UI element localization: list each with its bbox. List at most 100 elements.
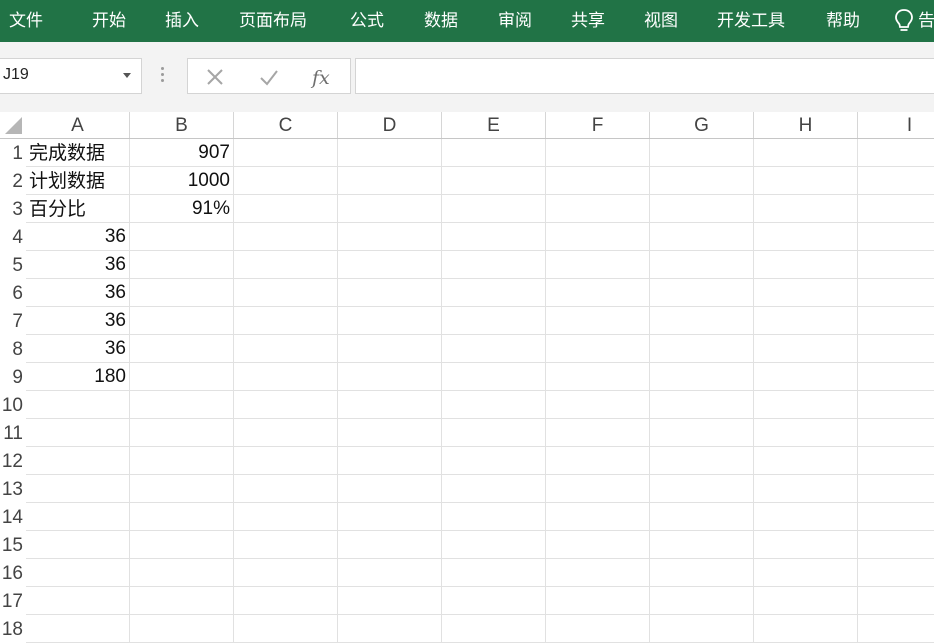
menu-page-layout[interactable]: 页面布局: [239, 9, 307, 33]
cell-a6[interactable]: 36: [26, 279, 130, 307]
cell-b7[interactable]: [130, 307, 234, 335]
cell-a5[interactable]: 36: [26, 251, 130, 279]
cell-d2[interactable]: [338, 167, 442, 195]
cell-i18[interactable]: [858, 615, 934, 643]
cell-b11[interactable]: [130, 419, 234, 447]
cell-b14[interactable]: [130, 503, 234, 531]
cell-g3[interactable]: [650, 195, 754, 223]
cell-i4[interactable]: [858, 223, 934, 251]
cell-c18[interactable]: [234, 615, 338, 643]
enter-icon[interactable]: [257, 65, 281, 89]
cell-f2[interactable]: [546, 167, 650, 195]
cell-i6[interactable]: [858, 279, 934, 307]
cell-i1[interactable]: [858, 139, 934, 167]
cell-g7[interactable]: [650, 307, 754, 335]
row-header[interactable]: 7: [0, 307, 26, 335]
column-header-f[interactable]: F: [546, 112, 650, 138]
cell-e2[interactable]: [442, 167, 546, 195]
cell-i15[interactable]: [858, 531, 934, 559]
cell-a12[interactable]: [26, 447, 130, 475]
cell-g12[interactable]: [650, 447, 754, 475]
cell-c10[interactable]: [234, 391, 338, 419]
cell-f4[interactable]: [546, 223, 650, 251]
cell-a9[interactable]: 180: [26, 363, 130, 391]
cell-c4[interactable]: [234, 223, 338, 251]
cell-b9[interactable]: [130, 363, 234, 391]
menu-review[interactable]: 审阅: [498, 9, 532, 33]
cell-e15[interactable]: [442, 531, 546, 559]
cell-c7[interactable]: [234, 307, 338, 335]
row-header[interactable]: 10: [0, 391, 26, 419]
cell-a14[interactable]: [26, 503, 130, 531]
cell-e13[interactable]: [442, 475, 546, 503]
cell-h16[interactable]: [754, 559, 858, 587]
cell-f14[interactable]: [546, 503, 650, 531]
cell-i16[interactable]: [858, 559, 934, 587]
menu-formulas[interactable]: 公式: [350, 9, 384, 33]
cell-b1[interactable]: 907: [130, 139, 234, 167]
cell-a8[interactable]: 36: [26, 335, 130, 363]
cell-b13[interactable]: [130, 475, 234, 503]
cell-e3[interactable]: [442, 195, 546, 223]
row-header[interactable]: 12: [0, 447, 26, 475]
cell-c11[interactable]: [234, 419, 338, 447]
cell-e6[interactable]: [442, 279, 546, 307]
cell-f11[interactable]: [546, 419, 650, 447]
menu-file[interactable]: 文件: [9, 9, 43, 33]
cell-a2[interactable]: 计划数据: [26, 167, 130, 195]
cell-f13[interactable]: [546, 475, 650, 503]
cell-e8[interactable]: [442, 335, 546, 363]
cell-i3[interactable]: [858, 195, 934, 223]
column-header-e[interactable]: E: [442, 112, 546, 138]
cell-d10[interactable]: [338, 391, 442, 419]
column-header-h[interactable]: H: [754, 112, 858, 138]
cell-a11[interactable]: [26, 419, 130, 447]
row-header[interactable]: 17: [0, 587, 26, 615]
cell-h9[interactable]: [754, 363, 858, 391]
row-header[interactable]: 1: [0, 139, 26, 167]
cell-a3[interactable]: 百分比: [26, 195, 130, 223]
cell-h12[interactable]: [754, 447, 858, 475]
cell-e14[interactable]: [442, 503, 546, 531]
cell-g2[interactable]: [650, 167, 754, 195]
row-header[interactable]: 6: [0, 279, 26, 307]
cell-f18[interactable]: [546, 615, 650, 643]
cell-i9[interactable]: [858, 363, 934, 391]
cell-i7[interactable]: [858, 307, 934, 335]
cell-a13[interactable]: [26, 475, 130, 503]
cell-g13[interactable]: [650, 475, 754, 503]
row-header[interactable]: 9: [0, 363, 26, 391]
cell-d15[interactable]: [338, 531, 442, 559]
cell-d1[interactable]: [338, 139, 442, 167]
cancel-icon[interactable]: [203, 65, 227, 89]
menu-home[interactable]: 开始: [92, 9, 126, 33]
row-header[interactable]: 18: [0, 615, 26, 643]
cell-h14[interactable]: [754, 503, 858, 531]
row-header[interactable]: 15: [0, 531, 26, 559]
column-header-b[interactable]: B: [130, 112, 234, 138]
lightbulb-icon[interactable]: [893, 8, 915, 34]
cell-g8[interactable]: [650, 335, 754, 363]
cell-c3[interactable]: [234, 195, 338, 223]
cell-a17[interactable]: [26, 587, 130, 615]
cell-f3[interactable]: [546, 195, 650, 223]
cell-b8[interactable]: [130, 335, 234, 363]
name-box[interactable]: J19: [0, 58, 142, 94]
cell-i12[interactable]: [858, 447, 934, 475]
cell-f1[interactable]: [546, 139, 650, 167]
cell-i5[interactable]: [858, 251, 934, 279]
cell-h13[interactable]: [754, 475, 858, 503]
cell-e11[interactable]: [442, 419, 546, 447]
cell-h8[interactable]: [754, 335, 858, 363]
menu-insert[interactable]: 插入: [165, 9, 199, 33]
cell-c5[interactable]: [234, 251, 338, 279]
cell-h3[interactable]: [754, 195, 858, 223]
cell-a1[interactable]: 完成数据: [26, 139, 130, 167]
cell-h6[interactable]: [754, 279, 858, 307]
cell-e1[interactable]: [442, 139, 546, 167]
cell-e18[interactable]: [442, 615, 546, 643]
cell-i10[interactable]: [858, 391, 934, 419]
cell-c12[interactable]: [234, 447, 338, 475]
cell-b3[interactable]: 91%: [130, 195, 234, 223]
column-header-i[interactable]: I: [858, 112, 934, 138]
